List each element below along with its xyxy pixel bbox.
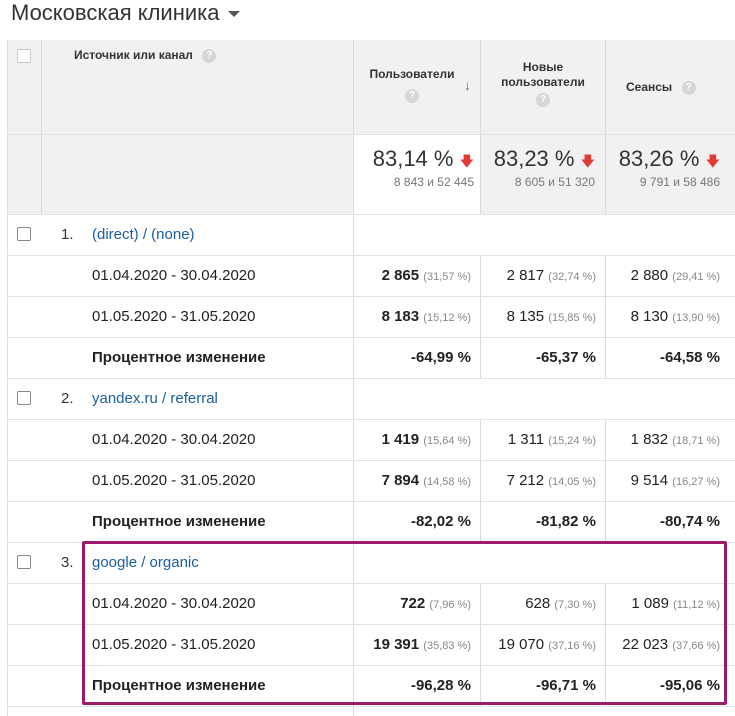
date-range-label: 01.04.2020 - 30.04.2020 [92, 267, 256, 284]
sessions-column-label: Сеансы [626, 80, 673, 94]
sessions-change-value: -64,58 % [659, 349, 720, 366]
new-users-change: -65,37 % [483, 349, 596, 366]
source-column-label: Источник или канал [74, 48, 193, 62]
row-number: 1. [61, 226, 74, 243]
new-users-cell: 2 817 (32,74 %) [483, 267, 596, 284]
data-table: Источник или канал ? Пользователи ? ↓ Но… [0, 0, 735, 716]
users-percent: (31,57 %) [423, 271, 471, 283]
source-link[interactable]: yandex.ru / referral [92, 390, 218, 407]
sessions-percent: (18,71 %) [672, 435, 720, 447]
sessions-change-value: -80,74 % [659, 513, 720, 530]
source-link[interactable]: (direct) / (none) [92, 226, 195, 243]
totals-new-users-value: 83,23 % [493, 146, 575, 171]
highlight-box [82, 541, 727, 705]
sessions-column-header[interactable]: Сеансы ? [626, 80, 696, 95]
sessions-percent: (13,90 %) [672, 312, 720, 324]
users-value: 8 183 [381, 308, 420, 325]
source-column-header[interactable]: Источник или канал ? [74, 48, 217, 63]
help-icon[interactable]: ? [536, 92, 550, 107]
sessions-value: 1 832 [630, 431, 669, 448]
totals-new-users-sub: 8 605 и 51 320 [514, 175, 595, 189]
new-users-cell: 8 135 (15,85 %) [483, 308, 596, 325]
totals-sessions-sub: 9 791 и 58 486 [639, 175, 720, 189]
row-checkbox[interactable] [17, 391, 31, 405]
sessions-value: 2 880 [630, 267, 669, 284]
sort-desc-icon[interactable]: ↓ [464, 77, 471, 93]
new-users-label-line1: Новые [522, 60, 564, 74]
date-range-label: 01.05.2020 - 31.05.2020 [92, 472, 256, 489]
down-arrow-icon: 🡇 [459, 153, 474, 169]
help-icon[interactable]: ? [202, 48, 217, 63]
totals-sessions-value: 83,26 % [618, 146, 700, 171]
new-users-percent: (15,24 %) [548, 435, 596, 447]
sessions-cell: 2 880 (29,41 %) [608, 267, 720, 284]
new-users-value: 1 311 [507, 431, 545, 448]
row-number: 3. [61, 554, 74, 571]
new-users-value: 7 212 [506, 472, 545, 489]
new-users-cell: 7 212 (14,05 %) [483, 472, 596, 489]
totals-users-sub: 8 843 и 52 445 [393, 175, 474, 189]
sessions-change: -64,58 % [608, 349, 720, 366]
help-icon[interactable]: ? [681, 80, 696, 95]
users-change-value: -82,02 % [410, 513, 471, 530]
users-percent: (15,64 %) [423, 435, 471, 447]
new-users-value: 2 817 [506, 267, 545, 284]
sessions-percent: (29,41 %) [672, 271, 720, 283]
users-cell: 2 865 (31,57 %) [356, 267, 471, 284]
new-users-column-header[interactable]: Новые пользователи ? [484, 60, 602, 107]
users-cell: 7 894 (14,58 %) [356, 472, 471, 489]
users-percent: (15,12 %) [423, 312, 471, 324]
sessions-percent: (16,27 %) [672, 476, 720, 488]
down-arrow-icon: 🡇 [705, 153, 720, 169]
sessions-change: -80,74 % [608, 513, 720, 530]
users-cell: 8 183 (15,12 %) [356, 308, 471, 325]
new-users-change-value: -81,82 % [535, 513, 596, 530]
row-checkbox[interactable] [17, 555, 31, 569]
new-users-cell: 1 311 (15,24 %) [483, 431, 596, 448]
date-range-label: 01.05.2020 - 31.05.2020 [92, 308, 256, 325]
totals-users: 83,14 % 🡇 8 843 и 52 445 [356, 146, 474, 189]
users-value: 7 894 [381, 472, 420, 489]
row-number: 2. [61, 390, 74, 407]
totals-new-users: 83,23 % 🡇 8 605 и 51 320 [483, 146, 595, 189]
help-icon[interactable]: ? [405, 88, 419, 103]
users-value: 1 419 [381, 431, 420, 448]
new-users-label-line2: пользователи [501, 75, 585, 89]
new-users-percent: (32,74 %) [548, 271, 596, 283]
users-percent: (14,58 %) [423, 476, 471, 488]
users-change-value: -64,99 % [410, 349, 471, 366]
percent-change-label: Процентное изменение [92, 513, 266, 530]
totals-row-bg [7, 134, 353, 214]
new-users-change-value: -65,37 % [535, 349, 596, 366]
totals-users-value: 83,14 % [372, 146, 454, 171]
sessions-value: 8 130 [630, 308, 669, 325]
date-range-label: 01.04.2020 - 30.04.2020 [92, 431, 256, 448]
users-column-label: Пользователи [369, 67, 455, 81]
percent-change-label: Процентное изменение [92, 349, 266, 366]
users-value: 2 865 [381, 267, 420, 284]
new-users-percent: (15,85 %) [548, 312, 596, 324]
sessions-cell: 8 130 (13,90 %) [608, 308, 720, 325]
users-change: -64,99 % [356, 349, 471, 366]
select-all-checkbox[interactable] [17, 49, 31, 63]
sessions-cell: 9 514 (16,27 %) [608, 472, 720, 489]
users-cell: 1 419 (15,64 %) [356, 431, 471, 448]
new-users-value: 8 135 [506, 308, 545, 325]
totals-sessions: 83,26 % 🡇 9 791 и 58 486 [608, 146, 720, 189]
row-checkbox[interactable] [17, 227, 31, 241]
down-arrow-icon: 🡇 [580, 153, 595, 169]
users-change: -82,02 % [356, 513, 471, 530]
new-users-change: -81,82 % [483, 513, 596, 530]
new-users-percent: (14,05 %) [548, 476, 596, 488]
sessions-cell: 1 832 (18,71 %) [608, 431, 720, 448]
sessions-value: 9 514 [630, 472, 669, 489]
users-column-header[interactable]: Пользователи ? [358, 67, 466, 103]
